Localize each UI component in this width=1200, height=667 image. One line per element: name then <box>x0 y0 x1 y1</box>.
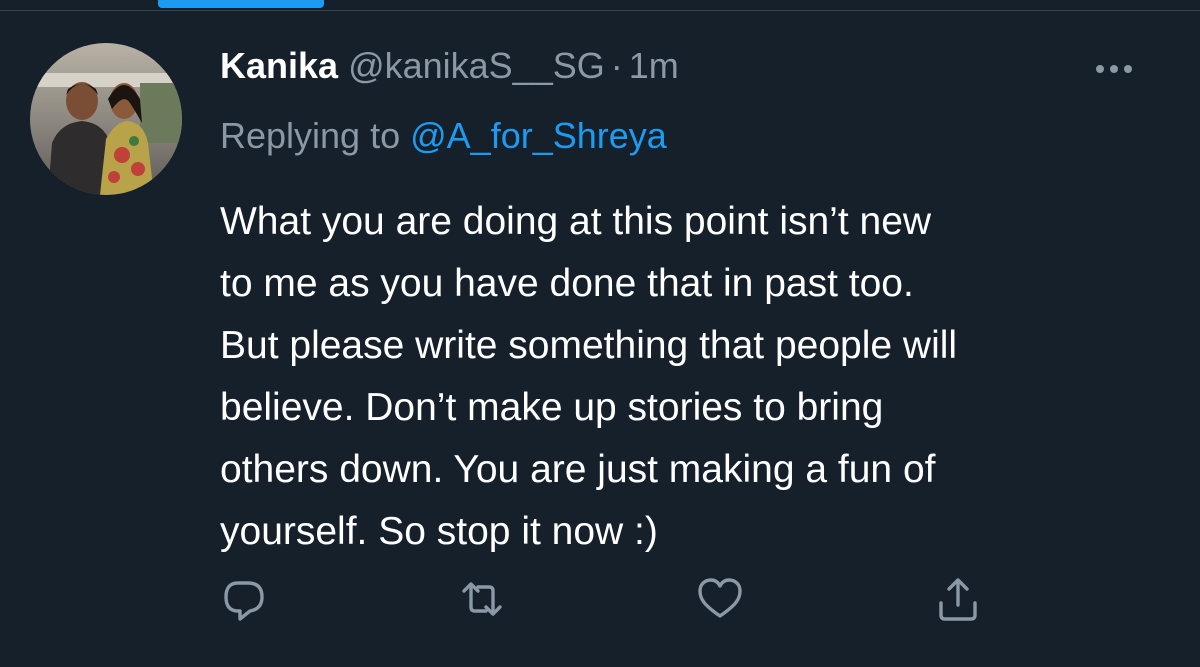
tweet-text-line: to me as you have done that in past too. <box>220 262 914 305</box>
replying-to-link[interactable]: @A_for_Shreya <box>410 115 667 156</box>
replying-to-label: Replying to <box>220 115 401 156</box>
tweet-text-line: believe. Don’t make up stories to bring <box>220 386 884 429</box>
tweet-actions <box>218 573 998 623</box>
tweet-text-line: What you are doing at this point isn’t n… <box>220 200 932 243</box>
avatar[interactable] <box>30 43 182 195</box>
tweet-text-line: others down. You are just making a fun o… <box>220 448 936 491</box>
tweet[interactable]: Kanika @kanikaS__SG · 1m Replying to @A_… <box>0 11 1200 667</box>
scroll-indicator <box>158 0 324 8</box>
tweet-text-line: But please write something that people w… <box>220 324 958 367</box>
more-icon[interactable] <box>1088 59 1140 79</box>
tweet-text-line: yourself. So stop it now :) <box>220 510 658 553</box>
timestamp[interactable]: 1m <box>629 45 679 87</box>
user-handle[interactable]: @kanikaS__SG <box>348 45 605 87</box>
display-name[interactable]: Kanika <box>220 45 338 87</box>
separator-dot: · <box>610 45 623 86</box>
replying-to-line: Replying to @A_for_Shreya <box>220 115 667 157</box>
reply-icon[interactable] <box>218 573 270 625</box>
tweet-header: Kanika @kanikaS__SG · 1m <box>220 45 679 95</box>
share-icon[interactable] <box>932 573 984 625</box>
heart-icon[interactable] <box>694 573 746 625</box>
tweet-text: What you are doing at this point isn’t n… <box>220 191 1160 563</box>
retweet-icon[interactable] <box>456 573 508 625</box>
